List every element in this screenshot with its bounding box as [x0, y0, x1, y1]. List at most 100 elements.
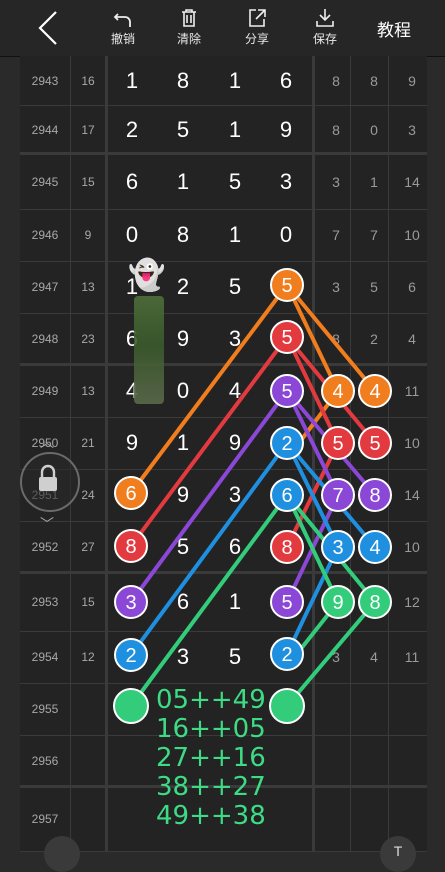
digit-cell — [260, 735, 312, 787]
stat-cell: 10 — [404, 539, 420, 555]
digit-cell: 3 — [279, 168, 293, 194]
tutorial-button[interactable]: 教程 — [377, 16, 411, 41]
digit-cell: 2 — [125, 116, 139, 142]
table-row: 2954 12 3 5 3 4 11 — [20, 631, 427, 684]
undo-icon — [113, 13, 131, 27]
sum-value: 27 — [81, 540, 95, 554]
digit-cell — [106, 521, 158, 573]
issue-number: 2946 — [20, 209, 71, 261]
digit-cell: 9 — [279, 116, 293, 142]
sum-value: 23 — [81, 332, 95, 346]
stat-cell — [392, 735, 432, 787]
digit-cell: 1 — [176, 168, 190, 194]
digit-cell — [260, 365, 312, 417]
annotation-line: 27++16 — [156, 743, 266, 773]
digit-cell: 1 — [176, 430, 190, 455]
digit-cell: 5 — [228, 168, 242, 194]
stat-cell: 10 — [404, 435, 420, 451]
digit-cell: 5 — [176, 116, 190, 142]
table-row: 2945 15 6 1 5 3 3 1 14 — [20, 154, 427, 210]
grid-section-divider — [20, 363, 427, 366]
chevron-up-icon: ︿ — [40, 434, 54, 450]
sum-value: 13 — [81, 384, 95, 398]
digit-cell: 3 — [176, 644, 190, 669]
save-button[interactable]: 保存 — [300, 4, 350, 52]
stat-cell: 11 — [404, 649, 420, 665]
table-row: 2949 13 4 0 4 11 — [20, 365, 427, 418]
issue-number: 2945 — [20, 154, 71, 209]
stat-cell: 11 — [404, 383, 420, 399]
issue-number: 2956 — [20, 735, 71, 787]
stat-cell: 14 — [404, 173, 420, 190]
sum-value: 17 — [81, 122, 95, 137]
sum-value: 21 — [81, 436, 95, 450]
scroll-lock-button[interactable]: ︿ ﹀ — [20, 434, 80, 532]
issue-number: 2944 — [20, 105, 71, 154]
issue-number: 2954 — [20, 631, 71, 683]
share-button[interactable]: 分享 — [232, 4, 282, 52]
save-label: 保存 — [312, 32, 337, 46]
sum-value: 9 — [84, 228, 92, 242]
stat-cell: 10 — [404, 227, 420, 243]
sum-value: 13 — [81, 280, 95, 294]
chevron-left-icon — [38, 11, 57, 45]
issue-number: 2953 — [20, 573, 71, 631]
chevron-down-icon: ﹀ — [40, 516, 54, 532]
digit-cell — [260, 573, 312, 631]
digit-cell — [260, 787, 312, 851]
digit-cell — [106, 469, 158, 521]
stat-cell: 3 — [408, 121, 416, 138]
digit-cell — [260, 521, 312, 573]
digit-cell: 0 — [279, 222, 293, 247]
undo-label: 撤销 — [110, 32, 135, 46]
digit-cell — [106, 735, 158, 787]
table-row: 2953 15 6 1 12 — [20, 573, 427, 632]
digit-cell: 5 — [228, 644, 242, 669]
lock-icon — [39, 464, 57, 491]
table-row: 2944 17 2 5 1 9 8 0 3 — [20, 105, 427, 155]
share-icon — [249, 9, 266, 27]
grid-divider — [312, 56, 315, 851]
stat-cell: 4 — [408, 331, 416, 347]
stat-cell: 6 — [408, 279, 416, 295]
digit-cell: 9 — [228, 430, 242, 455]
trash-icon — [182, 9, 196, 27]
issue-number: 2955 — [20, 683, 71, 735]
table-row: 2943 16 1 8 1 6 8 8 9 — [20, 56, 427, 106]
annotation-notes: 05++49 16++05 27++16 38++27 49++38 — [156, 686, 266, 831]
floating-button-left[interactable] — [44, 836, 80, 872]
digit-cell — [106, 683, 158, 735]
annotation-line: 05++49 — [156, 685, 266, 715]
issue-number: 2948 — [20, 313, 71, 365]
stat-cell: 9 — [408, 72, 416, 89]
digit-cell: 9 — [125, 430, 139, 455]
digit-cell: 0 — [125, 222, 139, 247]
digit-cell — [260, 313, 312, 365]
issue-number: 2949 — [20, 365, 71, 417]
digit-cell: 4 — [228, 378, 242, 403]
grid-section-divider — [20, 152, 427, 155]
text-tool-button[interactable]: T — [380, 836, 416, 872]
issue-number: 2947 — [20, 261, 71, 313]
clear-button[interactable]: 清除 — [164, 4, 214, 52]
digit-cell: 0 — [176, 378, 190, 403]
annotation-line: 38++27 — [156, 772, 266, 802]
digit-cell: 8 — [176, 67, 190, 93]
digit-cell: 3 — [228, 326, 242, 351]
back-button[interactable] — [30, 8, 70, 48]
digit-cell — [106, 573, 158, 631]
undo-button[interactable]: 撤销 — [98, 4, 148, 52]
table-row: 2952 27 5 6 10 — [20, 521, 427, 574]
digit-cell — [106, 631, 158, 683]
digit-cell — [260, 417, 312, 469]
sum-value: 15 — [81, 595, 95, 609]
digit-cell: 1 — [228, 589, 242, 614]
table-row: 2948 23 6 9 3 8 2 4 — [20, 313, 427, 366]
grid-section-divider — [20, 571, 427, 574]
grid-divider — [388, 56, 389, 851]
digit-cell: 1 — [228, 222, 242, 247]
stat-cell: 14 — [404, 487, 420, 503]
blurred-mark — [134, 296, 164, 404]
sum-value — [71, 683, 105, 735]
grid-divider — [105, 56, 108, 851]
